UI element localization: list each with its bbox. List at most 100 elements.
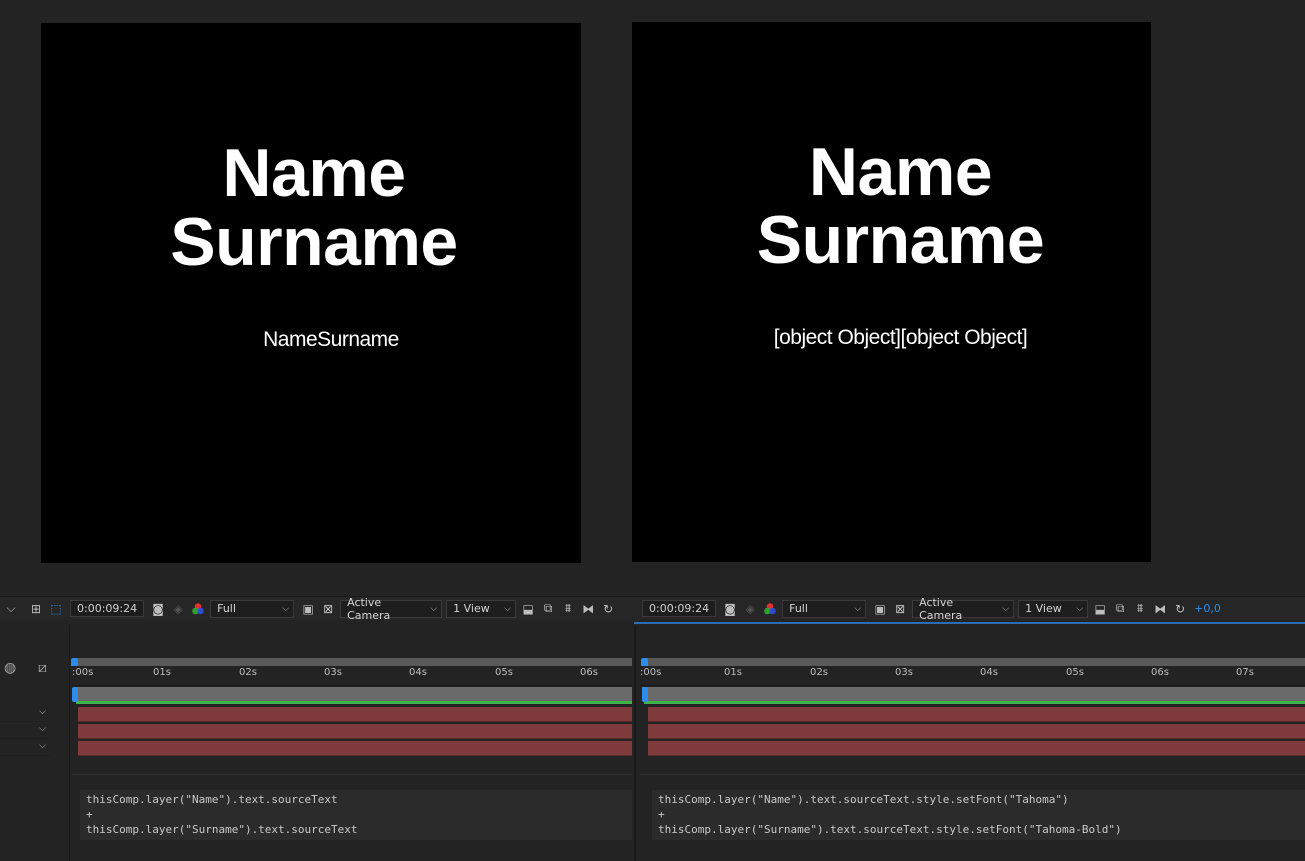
camera-dropdown[interactable]: Active Camera ⌵: [912, 596, 1015, 622]
surname-text-layer[interactable]: Surname: [44, 208, 584, 276]
layer-expand-caret[interactable]: ⌵: [0, 741, 50, 756]
layer-duration-bar[interactable]: [78, 707, 632, 722]
chevron-down-icon[interactable]: ⌵: [0, 600, 22, 618]
viewer-toolbar: 0:00:09:24 ◙ ◈ Full ⌵ ▣ ⊠ Active Camera …: [634, 596, 1305, 622]
name-text-layer[interactable]: Name: [44, 139, 584, 207]
row-divider: [640, 774, 1305, 775]
layer-duration-bar[interactable]: [78, 741, 632, 756]
chevron-down-icon: ⌵: [282, 603, 290, 614]
color-channels-icon[interactable]: [760, 600, 780, 618]
comp-flowchart-icon[interactable]: ⧄: [38, 660, 47, 676]
timeline-icon[interactable]: ⧉: [538, 600, 558, 618]
layer-duration-bar[interactable]: [648, 741, 1305, 756]
name-text-layer[interactable]: Name: [636, 138, 1165, 206]
playhead-handle[interactable]: [72, 687, 78, 702]
region-of-interest-icon[interactable]: ⊞: [26, 600, 46, 618]
show-snapshot-icon[interactable]: ◈: [168, 600, 188, 618]
comp-flowchart-icon[interactable]: ⧓: [1150, 600, 1170, 618]
time-navigator[interactable]: [73, 658, 632, 666]
work-area-bar[interactable]: [74, 687, 632, 701]
expression-result-text[interactable]: NameSurname: [61, 328, 601, 352]
fast-preview-icon[interactable]: ⬓: [1090, 600, 1110, 618]
comp-panel-left: Name Surname NameSurname ⌵ ⊞ ⬚ 0:00:09:2…: [0, 0, 634, 861]
viewer-toolbar: ⌵ ⊞ ⬚ 0:00:09:24 ◙ ◈ Full ⌵ ▣ ⊠ Active C…: [0, 596, 634, 622]
chevron-down-icon: ⌵: [854, 603, 862, 614]
render-cache-bar: [644, 701, 1305, 704]
time-ruler[interactable]: :00s 01s 02s 03s 04s 05s 06s: [72, 666, 632, 686]
layer-expand-caret[interactable]: ⌵: [0, 724, 50, 739]
ruler-tick: 05s: [1066, 667, 1084, 678]
layer-duration-bar[interactable]: [648, 724, 1305, 739]
ruler-tick: :00s: [72, 667, 94, 678]
grid-overlay-icon[interactable]: ⊠: [318, 600, 338, 618]
snapshot-camera-icon[interactable]: ◙: [148, 600, 168, 618]
expression-line: thisComp.layer("Name").text.sourceText: [86, 793, 338, 806]
comp-flowchart-icon[interactable]: ⧓: [578, 600, 598, 618]
toggle-mask-icon[interactable]: ▣: [298, 600, 318, 618]
chevron-down-icon: ⌵: [504, 603, 512, 614]
playhead-marker[interactable]: [71, 658, 78, 666]
ruler-tick: 07s: [1236, 667, 1254, 678]
layer-duration-bar[interactable]: [78, 724, 632, 739]
row-divider: [72, 774, 632, 775]
ruler-tick: 01s: [153, 667, 171, 678]
surname-text-layer[interactable]: Surname: [636, 206, 1165, 274]
view-layout-dropdown[interactable]: 1 View ⌵: [446, 599, 517, 618]
ruler-tick: 06s: [1151, 667, 1169, 678]
camera-value: Active Camera: [347, 595, 391, 622]
toggle-mask-icon[interactable]: ▣: [870, 600, 890, 618]
comp-panel-right: Name Surname [object Object][object Obje…: [632, 0, 1305, 861]
reset-exposure-icon[interactable]: ↻: [598, 600, 618, 618]
exposure-value[interactable]: +0,0: [1194, 600, 1221, 618]
resolution-value: Full: [217, 602, 236, 615]
layer-expand-caret[interactable]: ⌵: [0, 707, 50, 722]
camera-dropdown[interactable]: Active Camera ⌵: [340, 596, 443, 622]
snapshot-camera-icon[interactable]: ◙: [720, 600, 740, 618]
ruler-tick: 04s: [980, 667, 998, 678]
ruler-tick: 01s: [724, 667, 742, 678]
timeline-panel: :00s 01s 02s 03s 04s 05s 06s 07s thisCom…: [634, 625, 1305, 861]
work-area-bar[interactable]: [642, 687, 1305, 701]
time-navigator[interactable]: [642, 658, 1305, 666]
expression-editor[interactable]: thisComp.layer("Name").text.sourceText.s…: [652, 790, 1305, 840]
motion-blur-icon[interactable]: ⩩: [1130, 600, 1150, 618]
chevron-down-icon: ⌵: [1076, 603, 1084, 614]
view-layout-dropdown[interactable]: 1 View ⌵: [1018, 599, 1089, 618]
layer-duration-bar[interactable]: [648, 707, 1305, 722]
resolution-dropdown[interactable]: Full ⌵: [210, 599, 295, 618]
motion-blur-icon[interactable]: ⩩: [558, 600, 578, 618]
view-layout-value: 1 View: [453, 602, 490, 615]
render-cache-bar: [76, 701, 632, 704]
chevron-down-icon: ⌵: [430, 603, 438, 614]
expression-line: thisComp.layer("Surname").text.sourceTex…: [658, 823, 1122, 836]
time-ruler[interactable]: :00s 01s 02s 03s 04s 05s 06s 07s: [640, 666, 1305, 686]
color-channels-icon[interactable]: [188, 600, 208, 618]
playhead-handle[interactable]: [642, 687, 648, 702]
composition-viewer[interactable]: Name Surname NameSurname: [41, 23, 581, 563]
expression-line: thisComp.layer("Name").text.sourceText.s…: [658, 793, 1069, 806]
timecode-display[interactable]: 0:00:09:24: [642, 600, 717, 617]
ruler-tick: 05s: [495, 667, 513, 678]
expression-result-text[interactable]: [object Object][object Object]: [636, 326, 1165, 350]
panel-focus-indicator: [634, 622, 1305, 624]
show-snapshot-icon[interactable]: ◈: [740, 600, 760, 618]
composition-viewer[interactable]: Name Surname [object Object][object Obje…: [632, 22, 1151, 562]
fast-preview-icon[interactable]: ⬓: [518, 600, 538, 618]
timeline-panel: ◍ ⧄ ⌵ ⌵ ⌵ :00s 01s 02s 03s 04s 05s 06s t…: [0, 625, 634, 861]
transparency-grid-icon[interactable]: ⬚: [46, 600, 66, 618]
grid-overlay-icon[interactable]: ⊠: [890, 600, 910, 618]
reset-exposure-icon[interactable]: ↻: [1170, 600, 1190, 618]
ruler-tick: 02s: [239, 667, 257, 678]
playhead-marker[interactable]: [641, 658, 648, 666]
expression-line: thisComp.layer("Surname").text.sourceTex…: [86, 823, 358, 836]
ruler-tick: 06s: [580, 667, 598, 678]
ruler-tick: 02s: [810, 667, 828, 678]
camera-value: Active Camera: [919, 595, 963, 622]
ruler-tick: :00s: [640, 667, 662, 678]
draft-3d-icon[interactable]: ◍: [4, 660, 16, 676]
layer-column: ◍ ⧄ ⌵ ⌵ ⌵: [0, 625, 70, 861]
timecode-display[interactable]: 0:00:09:24: [70, 600, 145, 617]
resolution-dropdown[interactable]: Full ⌵: [782, 599, 867, 618]
timeline-icon[interactable]: ⧉: [1110, 600, 1130, 618]
expression-editor[interactable]: thisComp.layer("Name").text.sourceText +…: [80, 790, 632, 840]
